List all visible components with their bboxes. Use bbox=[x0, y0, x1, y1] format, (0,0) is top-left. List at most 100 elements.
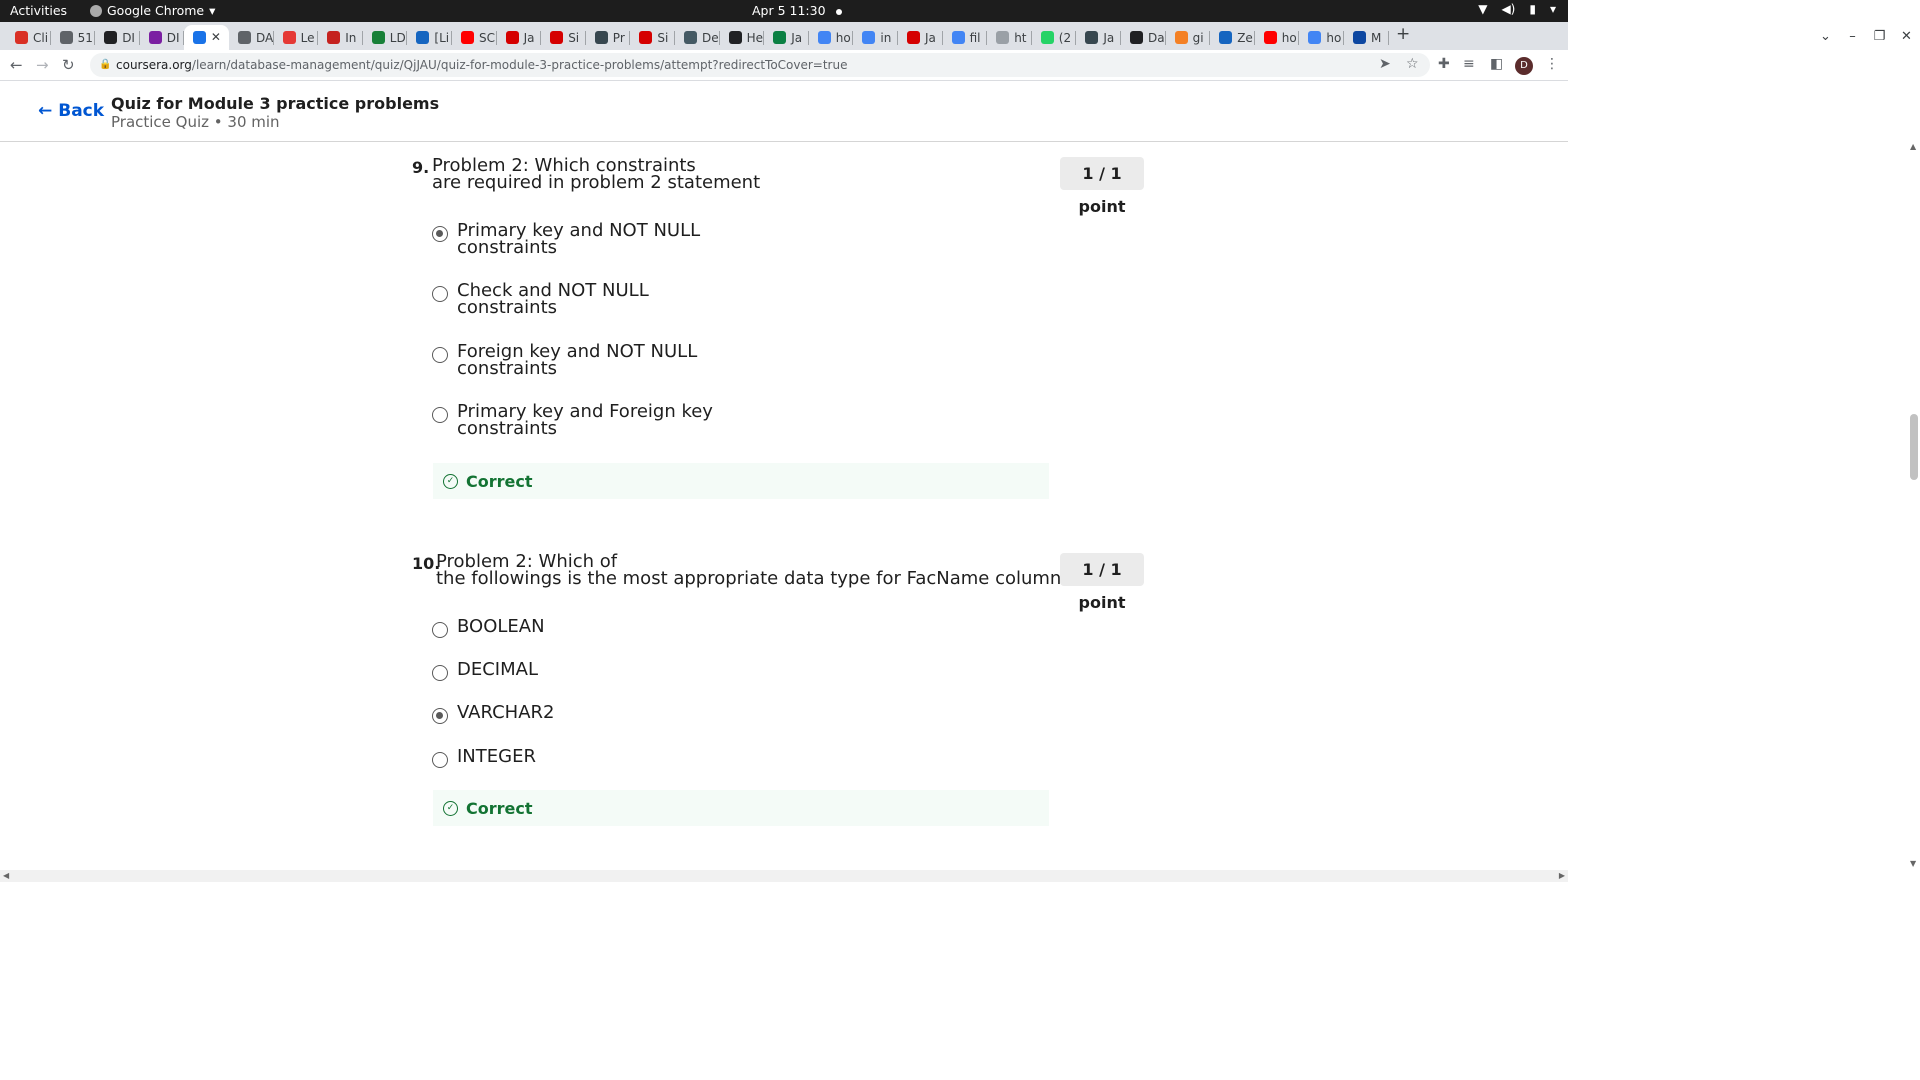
activities-button[interactable]: Activities bbox=[10, 3, 67, 18]
tab[interactable]: Si bbox=[541, 25, 586, 50]
tab-label: 51 bbox=[77, 30, 93, 45]
tab[interactable]: He bbox=[720, 25, 765, 50]
tab-favicon-icon bbox=[817, 31, 831, 44]
scroll-right-arrow-icon[interactable]: ▶ bbox=[1559, 871, 1565, 880]
tab-strip: Cli 51 DI DI ✕ DA Le In LD [Li SC Ja Si Pr Si De He Ja ho i… bbox=[0, 22, 1568, 50]
tab[interactable]: Pr bbox=[586, 25, 631, 50]
option-radio[interactable]: Primary key and Foreign key constraints bbox=[432, 403, 713, 438]
restore-button[interactable]: ❐ bbox=[1866, 29, 1893, 44]
back-arrow-icon[interactable]: ← bbox=[10, 56, 23, 74]
menu-kebab-icon[interactable]: ⋮ bbox=[1545, 56, 1559, 72]
tab-favicon-icon bbox=[1219, 31, 1233, 44]
tab[interactable]: gi bbox=[1166, 25, 1211, 50]
tab[interactable]: Ze bbox=[1210, 25, 1255, 50]
horizontal-scrollbar[interactable]: ◀ ▶ bbox=[0, 870, 1568, 882]
tab[interactable]: Ja bbox=[764, 25, 809, 50]
option-label-line: constraints bbox=[457, 237, 558, 258]
tab[interactable]: (2 bbox=[1032, 25, 1077, 50]
vertical-scrollbar[interactable]: ▲ ▼ bbox=[1908, 142, 1920, 870]
feedback-correct: ✓ Correct bbox=[433, 790, 1049, 826]
scrollbar-thumb[interactable] bbox=[1910, 414, 1918, 480]
radio-button[interactable] bbox=[432, 665, 448, 681]
option-radio[interactable]: BOOLEAN bbox=[432, 618, 545, 638]
tab[interactable]: Le bbox=[274, 25, 319, 50]
tab-active[interactable]: ✕ bbox=[184, 25, 229, 50]
tab-label: He bbox=[746, 30, 763, 45]
option-label: Check and NOT NULL constraints bbox=[457, 282, 649, 317]
option-radio[interactable]: Foreign key and NOT NULL constraints bbox=[432, 343, 697, 379]
tab[interactable]: LD bbox=[363, 25, 408, 50]
profile-avatar[interactable]: D bbox=[1515, 57, 1533, 75]
tab-favicon-icon bbox=[1130, 31, 1143, 44]
tab[interactable]: SC bbox=[452, 25, 497, 50]
tab[interactable]: [Li bbox=[407, 25, 452, 50]
scroll-up-arrow-icon[interactable]: ▲ bbox=[1910, 142, 1916, 151]
tab[interactable]: ho bbox=[809, 25, 854, 50]
system-tray[interactable]: ▼ ◀) ▮ ▾ bbox=[1478, 2, 1556, 16]
url-omnibox[interactable]: 🔒 coursera.org/learn/database-management… bbox=[90, 53, 1430, 77]
tab[interactable]: De bbox=[675, 25, 720, 50]
minimize-button[interactable]: – bbox=[1839, 29, 1866, 44]
tab[interactable]: DA bbox=[229, 25, 274, 50]
radio-button[interactable] bbox=[432, 622, 448, 638]
tab-label: [Li bbox=[434, 30, 450, 45]
tab-label: Si bbox=[568, 30, 580, 45]
forward-arrow-icon[interactable]: → bbox=[36, 56, 49, 74]
tab[interactable]: Da bbox=[1121, 25, 1166, 50]
tab[interactable]: DI bbox=[140, 25, 185, 50]
side-panel-icon[interactable]: ◧ bbox=[1490, 56, 1503, 72]
tab[interactable]: fil bbox=[943, 25, 988, 50]
clock[interactable]: Apr 5 11:30 bbox=[752, 3, 842, 18]
app-menu[interactable]: Google Chrome ▾ bbox=[90, 3, 215, 18]
scroll-left-arrow-icon[interactable]: ◀ bbox=[3, 871, 9, 880]
radio-button[interactable] bbox=[432, 226, 448, 242]
extensions-icon[interactable]: ✚ bbox=[1438, 56, 1450, 72]
tab-favicon-icon bbox=[773, 31, 787, 44]
option-radio[interactable]: DECIMAL bbox=[432, 661, 538, 681]
reload-icon[interactable]: ↻ bbox=[62, 56, 75, 74]
feedback-text: Correct bbox=[466, 471, 533, 491]
radio-button[interactable] bbox=[432, 286, 448, 302]
radio-button[interactable] bbox=[432, 752, 448, 768]
tab-favicon-icon bbox=[416, 31, 430, 44]
back-link[interactable]: ← Back bbox=[38, 101, 104, 121]
tab[interactable]: In bbox=[318, 25, 363, 50]
tab[interactable]: Cli bbox=[6, 25, 51, 50]
tab-label: Ja bbox=[1103, 30, 1115, 45]
new-tab-button[interactable]: + bbox=[1396, 24, 1410, 44]
tab[interactable]: Ja bbox=[898, 25, 943, 50]
option-radio[interactable]: INTEGER bbox=[432, 748, 536, 768]
tab[interactable]: DI bbox=[95, 25, 140, 50]
radio-button[interactable] bbox=[432, 407, 448, 423]
feedback-correct: ✓ Correct bbox=[433, 463, 1049, 499]
tab[interactable]: ho bbox=[1299, 25, 1344, 50]
tab[interactable]: Ja bbox=[497, 25, 542, 50]
close-window-button[interactable]: ✕ bbox=[1893, 29, 1920, 44]
tab[interactable]: Si bbox=[630, 25, 675, 50]
tab-favicon-icon bbox=[1353, 31, 1366, 44]
scroll-down-arrow-icon[interactable]: ▼ bbox=[1910, 859, 1916, 868]
chevron-down-icon: ▾ bbox=[1549, 2, 1556, 16]
tab[interactable]: M bbox=[1344, 25, 1389, 50]
tab-label: In bbox=[345, 30, 357, 45]
tab-favicon-icon bbox=[505, 31, 519, 44]
tab-close-icon[interactable]: ✕ bbox=[211, 30, 221, 44]
tab-divider bbox=[1387, 31, 1389, 45]
option-radio[interactable]: VARCHAR2 bbox=[432, 704, 554, 724]
option-radio[interactable]: Primary key and NOT NULL constraints bbox=[432, 222, 700, 258]
bookmark-star-icon[interactable]: ☆ bbox=[1406, 56, 1419, 72]
send-icon[interactable]: ➤ bbox=[1379, 56, 1391, 72]
option-label-line: constraints bbox=[457, 358, 558, 379]
tab[interactable]: 51 bbox=[51, 25, 96, 50]
tab[interactable]: in bbox=[853, 25, 898, 50]
option-radio[interactable]: Check and NOT NULL constraints bbox=[432, 282, 649, 317]
tab[interactable]: ht bbox=[987, 25, 1032, 50]
tab[interactable]: ho bbox=[1255, 25, 1300, 50]
tab[interactable]: Ja bbox=[1076, 25, 1121, 50]
radio-button[interactable] bbox=[432, 708, 448, 724]
reading-list-icon[interactable]: ≡ bbox=[1463, 56, 1475, 72]
tab-search-icon[interactable]: ⌄ bbox=[1812, 29, 1839, 44]
tab-favicon-icon bbox=[148, 31, 162, 44]
radio-button[interactable] bbox=[432, 347, 448, 363]
tab-label: fil bbox=[969, 30, 981, 45]
